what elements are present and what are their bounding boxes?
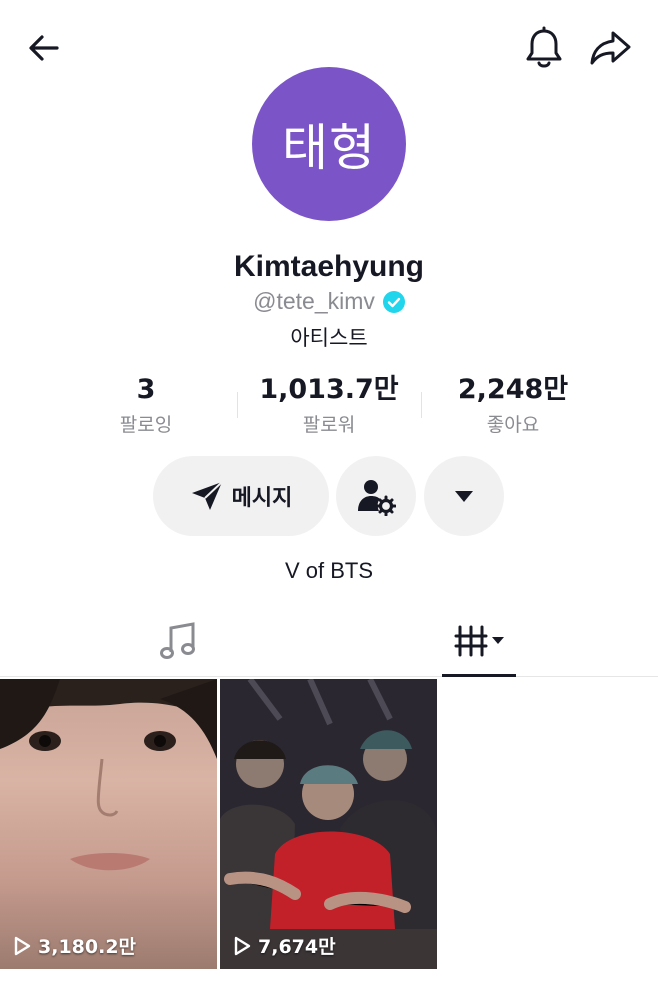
- profile-category: 아티스트: [290, 326, 368, 350]
- message-button-label: 메시지: [231, 486, 293, 511]
- video-thumbnail[interactable]: 3,180.2만: [0, 679, 217, 969]
- likes-count: 2,248만: [457, 374, 569, 405]
- video-view-count: 7,674만: [232, 932, 336, 959]
- username: @tete_kimv: [253, 288, 375, 314]
- stat-likes[interactable]: 2,248만 좋아요: [428, 372, 598, 437]
- username-row: @tete_kimv: [0, 288, 658, 315]
- likes-label: 좋아요: [486, 414, 540, 436]
- user-gear-icon: [358, 480, 396, 516]
- video-grid: 3,180.2만 7,674만: [0, 679, 658, 969]
- video-thumbnail-image: [220, 679, 437, 969]
- content-tabs: [0, 605, 658, 677]
- following-count: 3: [136, 374, 156, 405]
- back-button[interactable]: [20, 24, 68, 72]
- user-settings-button[interactable]: [336, 456, 416, 536]
- avatar[interactable]: 태형: [252, 67, 406, 221]
- grid-bars-icon: [454, 625, 504, 657]
- more-options-button[interactable]: [424, 456, 504, 536]
- arrow-left-icon: [29, 35, 59, 61]
- share-button[interactable]: [586, 24, 634, 72]
- tab-music[interactable]: [130, 605, 226, 677]
- view-count-text: 7,674만: [258, 936, 336, 958]
- video-thumbnail[interactable]: 7,674만: [220, 679, 437, 969]
- stats-row: 3 팔로잉 1,013.7만 팔로워 2,248만 좋아요: [0, 372, 658, 442]
- stat-followers[interactable]: 1,013.7만 팔로워: [244, 372, 414, 437]
- stat-divider: [421, 392, 422, 418]
- active-tab-indicator: [442, 674, 516, 677]
- notification-bell-button[interactable]: [520, 24, 568, 72]
- paper-plane-icon: [191, 481, 223, 510]
- avatar-text: 태형: [282, 119, 376, 177]
- display-name: Kimtaehyung: [233, 250, 425, 283]
- followers-count: 1,013.7만: [259, 374, 399, 405]
- bell-icon: [526, 26, 562, 68]
- message-button[interactable]: 메시지: [153, 456, 329, 536]
- video-thumbnail-image: [0, 679, 217, 871]
- action-buttons: 메시지: [0, 456, 658, 536]
- play-icon: [14, 936, 31, 955]
- share-arrow-icon: [590, 31, 631, 65]
- tab-videos[interactable]: [442, 605, 516, 677]
- view-count-text: 3,180.2만: [38, 936, 137, 958]
- following-label: 팔로잉: [119, 414, 173, 436]
- verified-badge-icon: [382, 290, 405, 313]
- stat-following[interactable]: 3 팔로잉: [61, 372, 231, 437]
- bio: V of BTS: [284, 558, 374, 583]
- caret-down-icon: [455, 491, 473, 502]
- followers-label: 팔로워: [302, 414, 356, 436]
- video-view-count: 3,180.2만: [12, 932, 136, 959]
- stat-divider: [237, 392, 238, 418]
- play-icon: [234, 936, 251, 955]
- music-note-icon: [160, 622, 195, 659]
